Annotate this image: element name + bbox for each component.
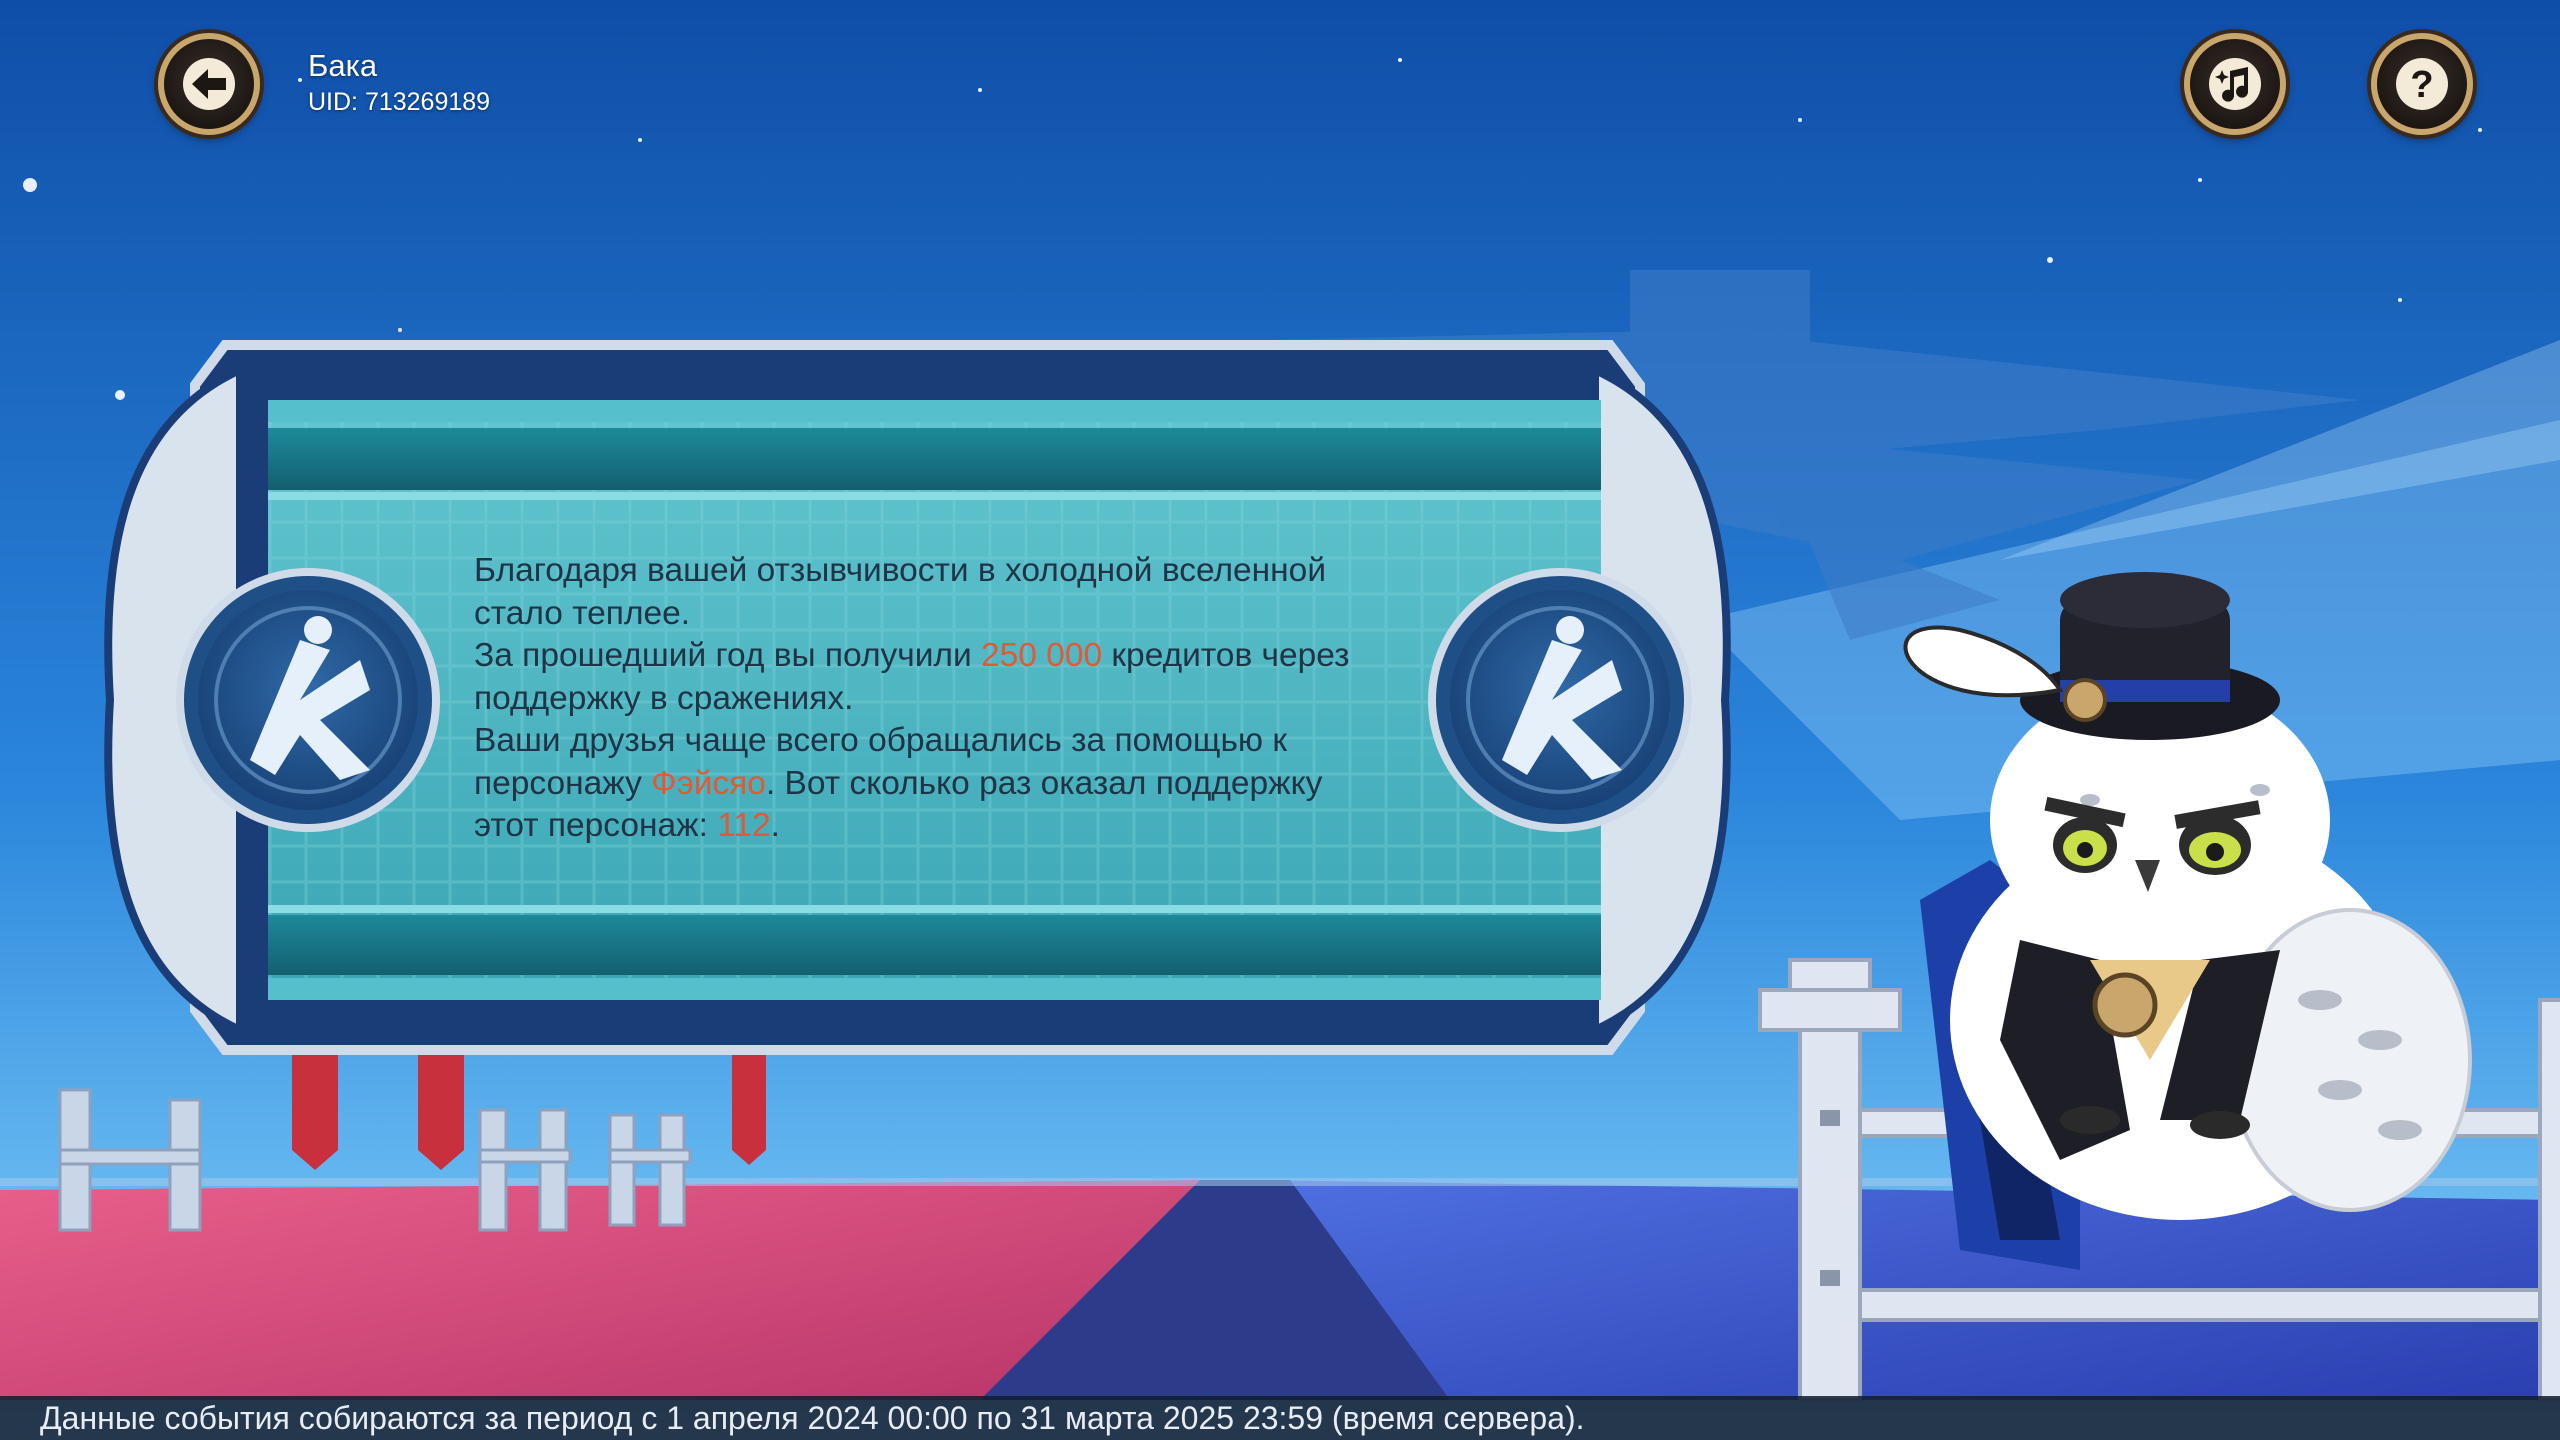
left-emblem-medallion xyxy=(176,568,440,832)
event-period-footer: Данные события собираются за период с 1 … xyxy=(0,1396,2560,1440)
character-name: Фэйсяо xyxy=(651,764,766,802)
right-emblem-medallion xyxy=(1428,568,1692,832)
help-button[interactable]: ? xyxy=(2371,33,2473,135)
message-line-4: поддержку в сражениях. xyxy=(474,679,854,717)
message-line-2: стало теплее. xyxy=(474,594,691,632)
message-line-6: персонажу Фэйсяо. Вот сколько раз оказал… xyxy=(474,764,1323,802)
music-button[interactable] xyxy=(2184,33,2286,135)
user-name: Бака xyxy=(308,48,378,83)
support-count: 112 xyxy=(717,807,771,844)
user-uid: UID: 713269189 xyxy=(308,88,491,116)
back-arrow-icon xyxy=(183,58,235,110)
svg-text:?: ? xyxy=(2410,64,2433,106)
music-note-icon xyxy=(2209,58,2261,110)
summary-message: Благодаря вашей отзывчивости в холодной … xyxy=(474,550,1424,848)
message-line-5: Ваши друзья чаще всего обращались за пом… xyxy=(474,722,1287,759)
message-line-7: этот персонаж: 112. xyxy=(474,807,780,844)
message-line-1: Благодаря вашей отзывчивости в холодной … xyxy=(474,552,1327,589)
back-button[interactable] xyxy=(158,33,260,135)
message-line-3: За прошедший год вы получили 250 000 кре… xyxy=(474,637,1350,674)
question-mark-icon: ? xyxy=(2396,58,2448,110)
credits-amount: 250 000 xyxy=(980,637,1103,674)
